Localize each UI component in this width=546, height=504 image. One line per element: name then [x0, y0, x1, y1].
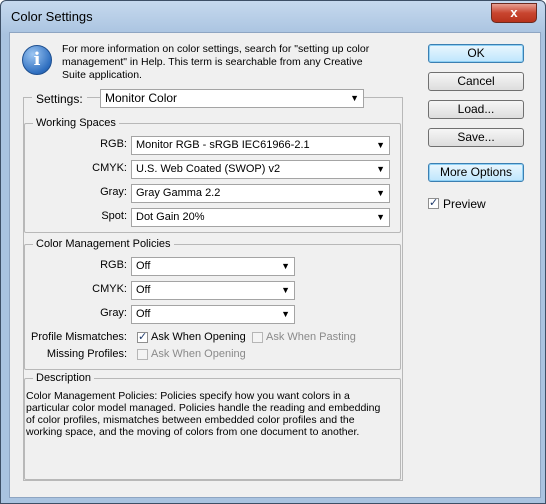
- preview-checkbox[interactable]: ✓: [428, 198, 439, 209]
- policy-gray-dropdown[interactable]: Off ▼: [131, 305, 295, 324]
- ws-spot-dropdown[interactable]: Dot Gain 20% ▼: [131, 208, 390, 227]
- working-spaces-title: Working Spaces: [33, 117, 119, 129]
- ws-cmyk-dropdown[interactable]: U.S. Web Coated (SWOP) v2 ▼: [131, 160, 390, 179]
- policy-cmyk-label: CMYK:: [92, 283, 127, 295]
- info-text: For more information on color settings, …: [62, 43, 370, 81]
- policy-gray-label: Gray:: [100, 307, 127, 319]
- profile-mismatches-label: Profile Mismatches:: [31, 331, 127, 343]
- ws-spot-value: Dot Gain 20%: [136, 211, 205, 223]
- mismatch-ask-opening-checkbox[interactable]: ✓: [137, 332, 148, 343]
- dialog-body: i For more information on color settings…: [9, 32, 541, 498]
- missing-ask-opening-label: Ask When Opening: [151, 348, 246, 360]
- chevron-down-icon: ▼: [376, 164, 385, 174]
- settings-value: Monitor Color: [105, 91, 178, 105]
- close-button[interactable]: x: [491, 3, 537, 23]
- missing-ask-opening-checkbox[interactable]: [137, 349, 148, 360]
- policies-title: Color Management Policies: [33, 238, 174, 250]
- close-icon: x: [510, 5, 518, 20]
- ws-gray-dropdown[interactable]: Gray Gamma 2.2 ▼: [131, 184, 390, 203]
- chevron-down-icon: ▼: [376, 188, 385, 198]
- more-options-button[interactable]: More Options: [428, 163, 524, 182]
- ws-gray-value: Gray Gamma 2.2: [136, 187, 221, 199]
- missing-profiles-label: Missing Profiles:: [46, 348, 127, 360]
- ws-rgb-value: Monitor RGB - sRGB IEC61966-2.1: [136, 139, 310, 151]
- ws-cmyk-value: U.S. Web Coated (SWOP) v2: [136, 163, 281, 175]
- chevron-down-icon: ▼: [281, 285, 290, 295]
- chevron-down-icon: ▼: [281, 309, 290, 319]
- ok-button[interactable]: OK: [428, 44, 524, 63]
- ws-cmyk-label: CMYK:: [92, 162, 127, 174]
- policy-cmyk-value: Off: [136, 284, 151, 296]
- color-settings-window: Color Settings x i For more information …: [0, 0, 546, 504]
- ws-spot-label: Spot:: [101, 210, 127, 222]
- chevron-down-icon: ▼: [281, 261, 290, 271]
- cancel-button[interactable]: Cancel: [428, 72, 524, 91]
- save-button[interactable]: Save...: [428, 128, 524, 147]
- ws-rgb-label: RGB:: [100, 138, 127, 150]
- policy-rgb-value: Off: [136, 260, 151, 272]
- chevron-down-icon: ▼: [376, 140, 385, 150]
- load-button[interactable]: Load...: [428, 100, 524, 119]
- policy-rgb-label: RGB:: [100, 259, 127, 271]
- description-text: Color Management Policies: Policies spec…: [26, 390, 381, 438]
- info-icon: i: [22, 45, 52, 75]
- ws-gray-label: Gray:: [100, 186, 127, 198]
- policy-gray-value: Off: [136, 308, 151, 320]
- mismatch-ask-opening-label: Ask When Opening: [151, 331, 246, 343]
- title-bar[interactable]: Color Settings x: [1, 1, 545, 33]
- preview-label: Preview: [443, 197, 486, 211]
- ws-rgb-dropdown[interactable]: Monitor RGB - sRGB IEC61966-2.1 ▼: [131, 136, 390, 155]
- settings-label: Settings:: [32, 92, 87, 106]
- window-title: Color Settings: [11, 9, 93, 24]
- chevron-down-icon: ▼: [350, 93, 359, 103]
- description-title: Description: [33, 372, 95, 384]
- settings-dropdown[interactable]: Monitor Color ▼: [100, 89, 364, 108]
- mismatch-ask-pasting-label: Ask When Pasting: [266, 331, 356, 343]
- policy-cmyk-dropdown[interactable]: Off ▼: [131, 281, 295, 300]
- chevron-down-icon: ▼: [376, 212, 385, 222]
- policy-rgb-dropdown[interactable]: Off ▼: [131, 257, 295, 276]
- mismatch-ask-pasting-checkbox[interactable]: [252, 332, 263, 343]
